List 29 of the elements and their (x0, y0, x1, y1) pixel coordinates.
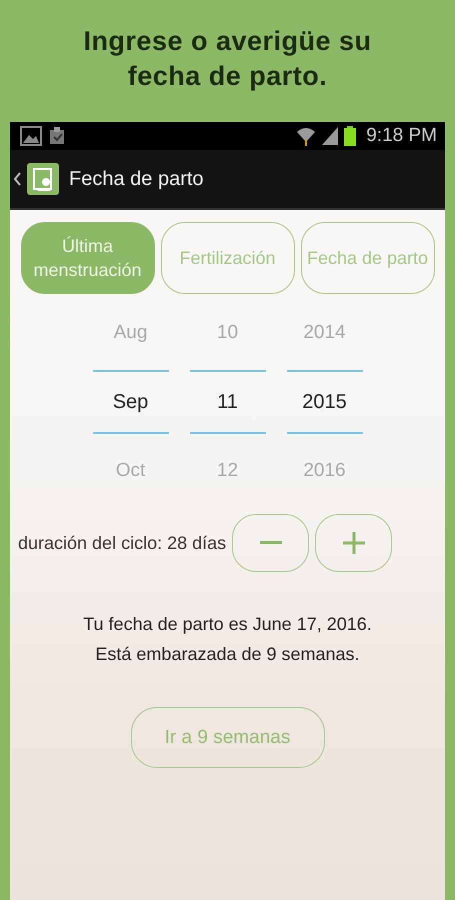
back-chevron-icon[interactable] (14, 172, 21, 186)
clock-time: 9:18 PM (366, 125, 437, 147)
result-text: Está embarazada de 9 semanas. (95, 644, 360, 665)
signal-icon (322, 127, 338, 145)
tab[interactable]: Última menstruación (20, 222, 154, 294)
wifi-icon (296, 126, 316, 146)
decrease-button[interactable] (232, 514, 310, 572)
cycle-length-label: duración del ciclo: 28 días (18, 532, 226, 554)
battery-icon (344, 126, 356, 146)
picker-value[interactable]: Aug (92, 316, 168, 350)
image-icon (20, 126, 42, 146)
picker-value[interactable]: 2014 (286, 316, 362, 350)
screen-title: Fecha de parto (69, 168, 204, 190)
result-text: Tu fecha de parto es June 17, 2016. (83, 614, 372, 635)
picker-selected-value[interactable]: Sep (92, 370, 168, 434)
go-to-week-button[interactable]: Ir a 9 semanas (130, 707, 324, 768)
picker-selected-value[interactable]: 2015 (286, 370, 362, 434)
tab[interactable]: Fecha de parto (300, 222, 434, 294)
increase-button[interactable] (315, 514, 392, 572)
minus-icon (260, 541, 282, 545)
picker-selected-value[interactable]: 11 (190, 370, 266, 434)
picker-value[interactable]: Oct (92, 454, 168, 488)
picker-value[interactable]: 12 (190, 454, 266, 488)
headline: Ingrese o averigüe su fecha de parto. (82, 25, 373, 93)
picker-value[interactable]: 2016 (286, 454, 362, 488)
picker-value[interactable]: 10 (190, 316, 266, 350)
plus-icon (342, 532, 365, 554)
app-logo-icon (27, 163, 59, 195)
tab[interactable]: Fertilización (160, 222, 294, 294)
